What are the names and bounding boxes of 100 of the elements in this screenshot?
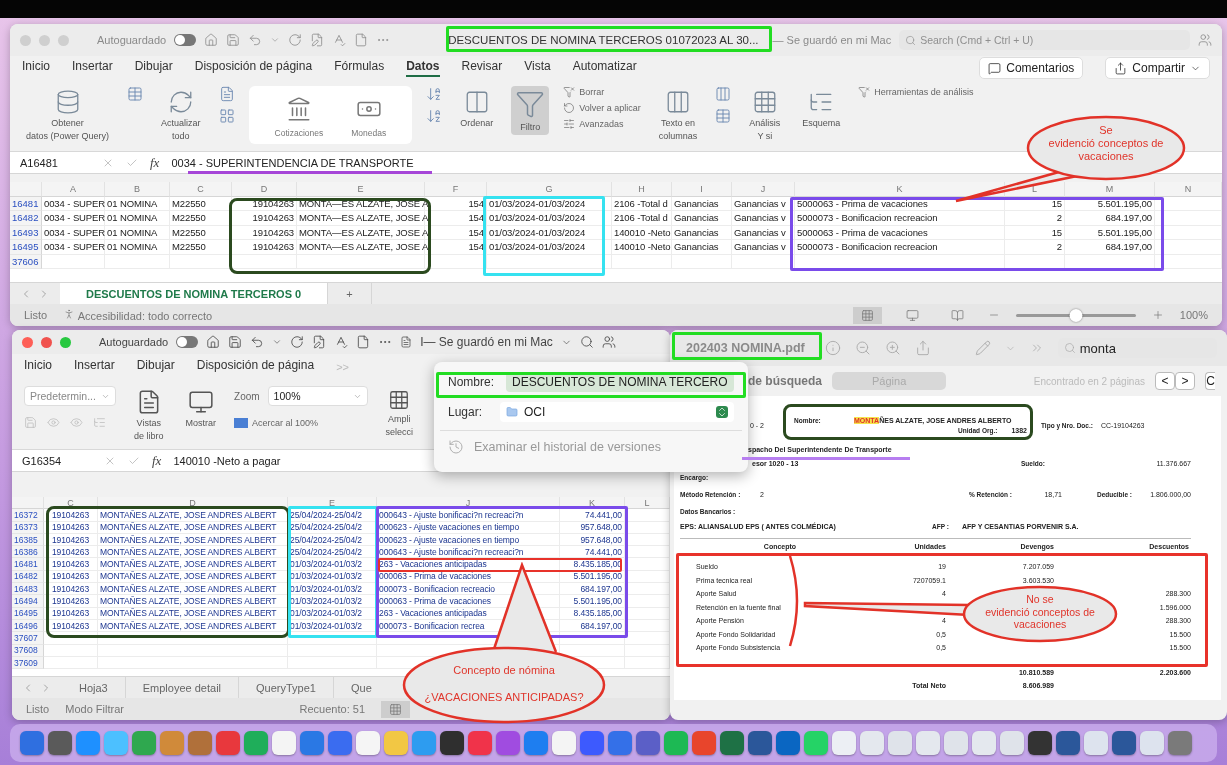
app-icon[interactable]	[1028, 731, 1052, 755]
ribbon-button[interactable]: Herramientas de análisis	[858, 86, 974, 98]
chevron-down-icon[interactable]	[270, 35, 281, 45]
zoom-in-icon[interactable]	[884, 340, 901, 356]
table-icon[interactable]	[715, 108, 732, 124]
window-control[interactable]	[41, 336, 52, 348]
column-header[interactable]: E	[297, 182, 425, 197]
ribbon-button[interactable]: Ordenar	[456, 86, 498, 132]
window-control[interactable]	[22, 336, 33, 348]
zoom-in-icon[interactable]	[1151, 309, 1164, 321]
window-control[interactable]	[58, 34, 69, 46]
ribbon-button[interactable]: Borrar	[563, 86, 641, 98]
formula-text[interactable]: 140010 -Neto a pagar	[173, 454, 281, 467]
app-icon[interactable]	[48, 731, 72, 755]
cell-reference[interactable]: G16354	[22, 454, 92, 467]
autosave-toggle[interactable]	[176, 336, 199, 348]
ribbon-tab[interactable]: Disposición de página	[196, 358, 315, 376]
people-icon[interactable]	[1198, 33, 1212, 47]
chevron-down-icon[interactable]	[272, 337, 283, 347]
row-number[interactable]: 16386	[12, 546, 44, 559]
sort-icon[interactable]	[426, 108, 443, 124]
edit-document-icon[interactable]	[312, 335, 327, 349]
sheet-tab[interactable]: DESCUENTOS DE NOMINA TERCEROS 0	[60, 283, 329, 304]
accessibility-status[interactable]: Accesibilidad: todo correcto	[63, 308, 213, 322]
column-header[interactable]: N	[1155, 182, 1222, 197]
next-result-button[interactable]: >	[1175, 372, 1195, 390]
ribbon-tab[interactable]: Insertar	[74, 358, 115, 376]
location-dropdown[interactable]: OCI	[500, 402, 734, 422]
ribbon-tab[interactable]: Insertar	[72, 59, 113, 77]
ribbon-tab[interactable]: Fórmulas	[334, 59, 385, 77]
column-header[interactable]: I	[672, 182, 732, 197]
folder-icon[interactable]	[506, 406, 518, 418]
ribbon-button[interactable]: Análisis Y si	[745, 86, 785, 145]
column-header[interactable]: B	[105, 182, 170, 197]
app-icon[interactable]	[748, 731, 772, 755]
grid-icon[interactable]	[388, 389, 411, 411]
row-number[interactable]: 37607	[12, 632, 44, 645]
corner-cell[interactable]	[10, 182, 42, 197]
row-number[interactable]: 16495	[10, 240, 42, 255]
ribbon-button[interactable]: Texto en columnas	[654, 86, 702, 145]
people-icon[interactable]	[601, 335, 616, 349]
done-button[interactable]: C	[1205, 372, 1215, 390]
column-header[interactable]: G	[487, 182, 612, 197]
ribbon-tab[interactable]: Disposición de página	[194, 59, 313, 77]
sort-icon[interactable]	[426, 86, 443, 102]
corner-cell[interactable]	[12, 497, 44, 510]
autosave-toggle[interactable]	[174, 34, 197, 46]
history-icon[interactable]	[448, 439, 464, 455]
spellcheck-icon[interactable]	[334, 335, 349, 349]
ribbon-tab[interactable]: Inicio	[24, 358, 52, 376]
redo-icon[interactable]	[290, 335, 305, 349]
row-number[interactable]: 16482	[10, 211, 42, 226]
home-icon[interactable]	[206, 335, 221, 349]
column-header[interactable]: J	[732, 182, 795, 197]
search-icon[interactable]	[905, 34, 917, 46]
share-icon[interactable]	[1114, 61, 1128, 75]
comment-icon[interactable]	[988, 61, 1002, 75]
document-icon[interactable]	[400, 336, 413, 348]
columns-icon[interactable]	[715, 86, 732, 102]
eye-icon[interactable]	[47, 416, 60, 429]
save-icon[interactable]	[226, 33, 241, 47]
ribbon-tab[interactable]: Vista	[524, 59, 551, 77]
row-number[interactable]: 16372	[12, 509, 44, 522]
view-dropdown[interactable]: Predetermin...	[24, 386, 116, 406]
zoom-dropdown[interactable]: 100%	[267, 386, 368, 406]
row-number[interactable]: 16494	[12, 595, 44, 608]
ribbon-button[interactable]: Actualizar todo	[157, 86, 205, 145]
ribbon-tab[interactable]: Inicio	[22, 59, 50, 77]
ribbon-button[interactable]: Avanzadas	[563, 118, 641, 130]
column-header[interactable]: K	[795, 182, 1005, 197]
sheet-tab[interactable]: Que	[333, 677, 374, 698]
ribbon-button[interactable]: Esquema	[798, 86, 845, 132]
redo-icon[interactable]	[288, 33, 303, 47]
app-icon[interactable]	[1112, 731, 1136, 755]
ribbon-tab[interactable]: Datos	[406, 59, 440, 77]
cell-reference[interactable]: A16481	[20, 156, 90, 169]
app-icon[interactable]	[1056, 731, 1080, 755]
ribbon-tab[interactable]: Revisar	[461, 59, 503, 77]
document-icon[interactable]	[356, 335, 371, 349]
slider-thumb[interactable]	[1069, 308, 1083, 322]
spellcheck-icon[interactable]	[332, 33, 347, 47]
normal-view-button[interactable]	[852, 306, 882, 324]
book-icon[interactable]	[950, 308, 964, 322]
row-number[interactable]: 16481	[12, 558, 44, 571]
function-label[interactable]: fx	[150, 154, 160, 171]
zoom-selection-button[interactable]: Ampli selecci	[381, 386, 418, 441]
window-control[interactable]	[39, 34, 50, 46]
zoom-slider[interactable]	[1015, 308, 1136, 322]
zoom-out-icon[interactable]	[854, 340, 871, 356]
undo-icon[interactable]	[250, 335, 265, 349]
previous-result-button[interactable]: <	[1155, 372, 1175, 390]
table-icon[interactable]	[127, 86, 144, 102]
zoom-percent[interactable]: 100%	[1179, 309, 1208, 321]
window-control[interactable]	[20, 34, 31, 46]
ribbon-tab[interactable]: Dibujar	[136, 358, 175, 376]
ribbon-button[interactable]: Filtro	[511, 86, 550, 136]
share-button[interactable]: Compartir	[1105, 57, 1210, 79]
normal-view-button[interactable]	[381, 700, 410, 718]
app-icon[interactable]	[776, 731, 800, 755]
comments-button[interactable]: Comentarios	[979, 57, 1084, 79]
